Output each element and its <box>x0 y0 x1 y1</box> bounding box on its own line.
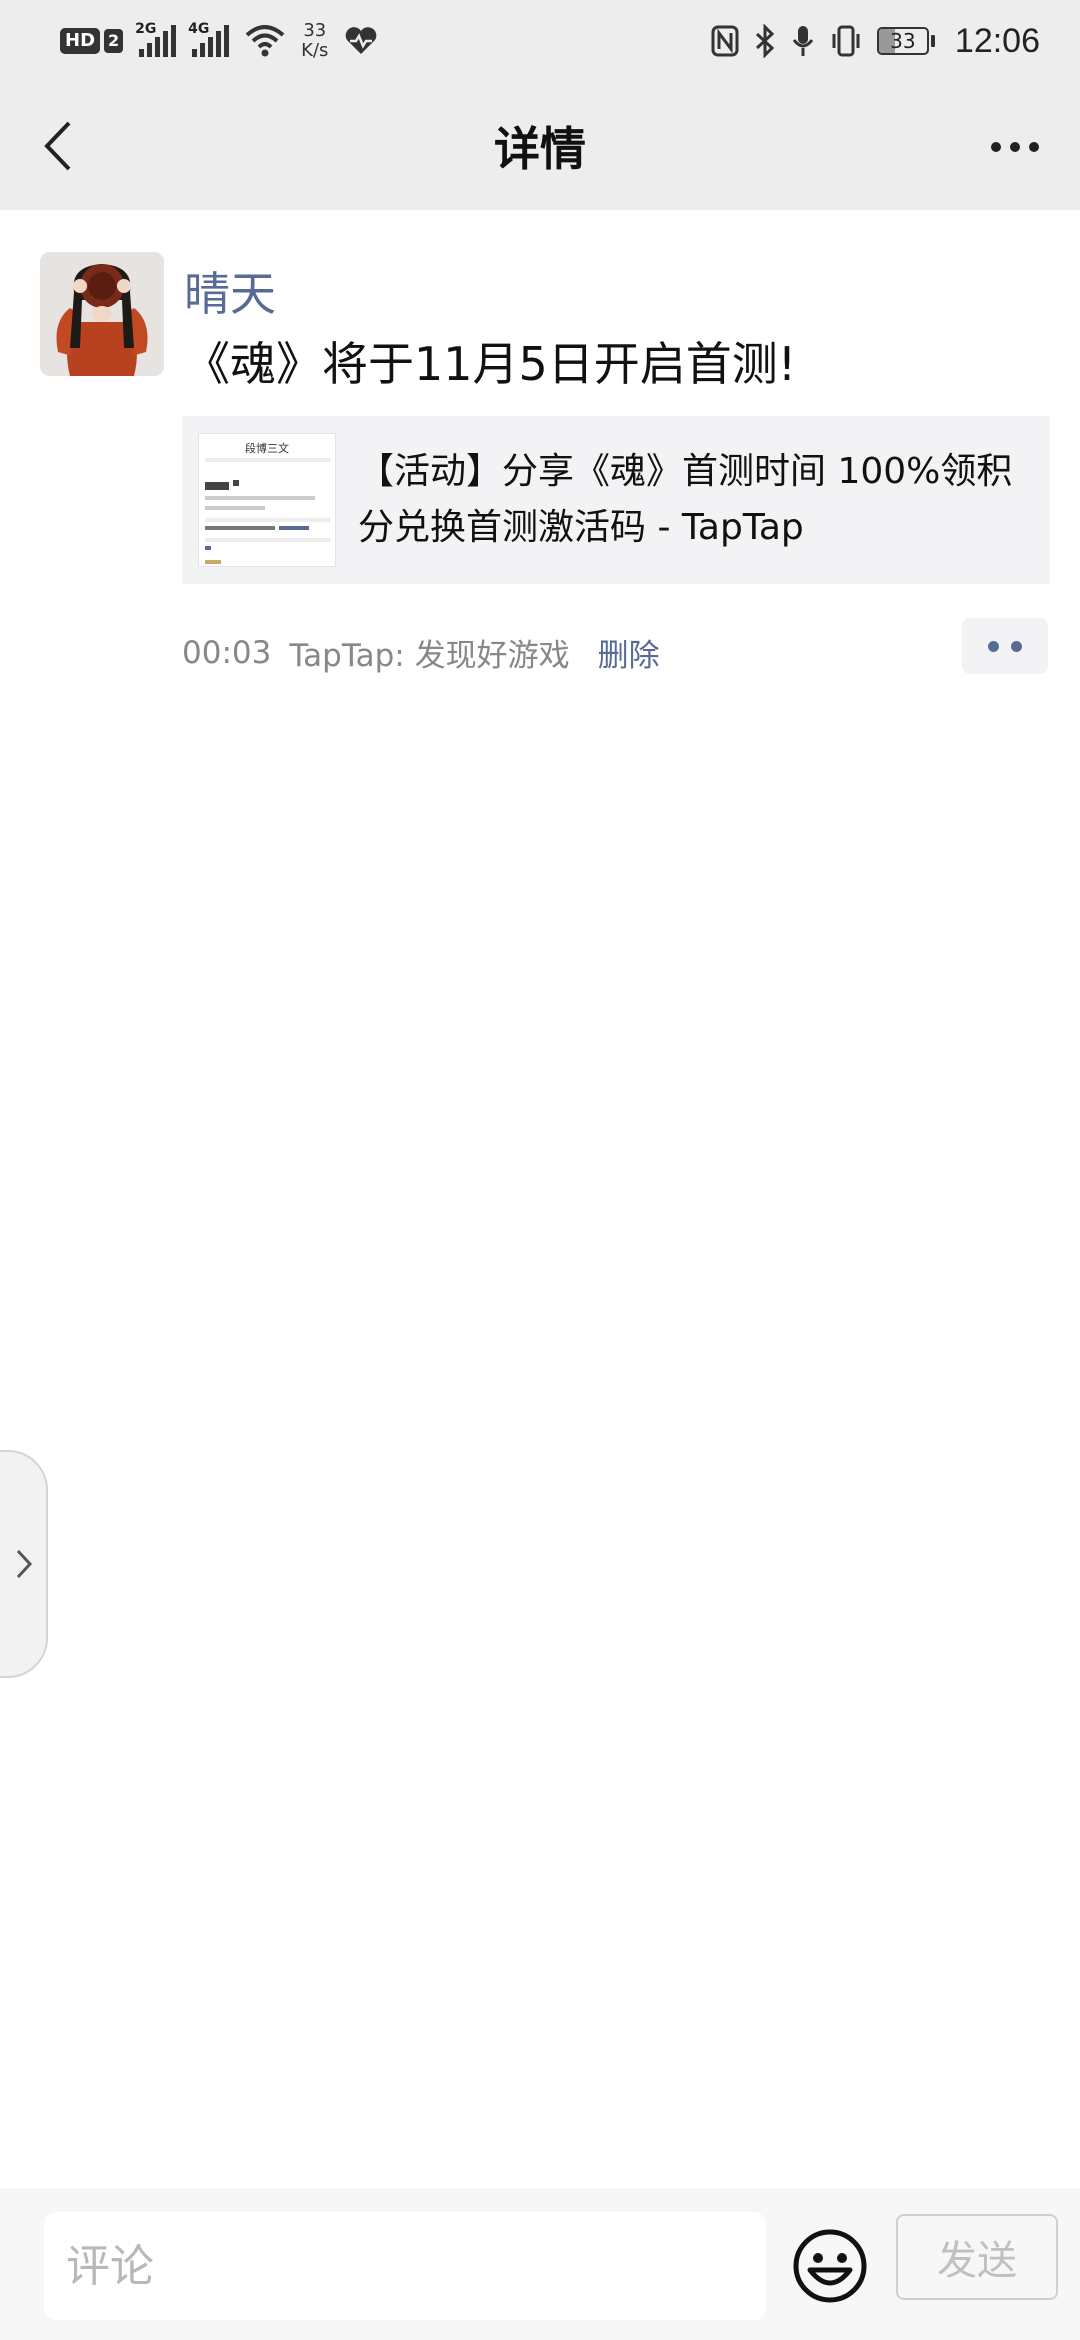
chevron-right-icon <box>16 1549 33 1579</box>
avatar[interactable] <box>40 252 164 376</box>
heart-pulse-icon <box>346 27 377 54</box>
post-source[interactable]: TapTap: 发现好游戏 <box>289 630 569 675</box>
link-card[interactable]: 段博三文 【活动】分享《魂》首测时间 100%领积分兑换首测激活码 - TapT… <box>182 416 1050 584</box>
avatar-image <box>40 252 164 376</box>
smiley-icon[interactable] <box>792 2228 868 2304</box>
battery-icon: 33 <box>876 27 935 55</box>
comment-bar: 发送 <box>0 2188 1080 2340</box>
signal-4g-icon: 4G <box>188 21 230 57</box>
bluetooth-icon <box>755 24 775 58</box>
link-card-title: 【活动】分享《魂》首测时间 100%领积分兑换首测激活码 - TapTap <box>358 451 1013 548</box>
post-time: 00:03 <box>182 634 272 671</box>
hd-sim-number: 2 <box>104 29 124 53</box>
page-title: 详情 <box>494 122 586 176</box>
network-speed: 33 K/s <box>301 21 328 61</box>
network-speed-value: 33 <box>303 20 327 41</box>
send-button[interactable]: 发送 <box>896 2214 1058 2300</box>
hd-label: HD <box>60 28 101 54</box>
vibrate-icon <box>832 25 860 57</box>
thumbnail-title: 段博三文 <box>245 442 289 455</box>
chevron-left-icon <box>44 121 71 171</box>
author-name[interactable]: 晴天 <box>184 258 276 324</box>
status-bar: HD 2 2G 4G 33 K/s 33 12:06 <box>0 0 1080 82</box>
more-button[interactable] <box>980 122 1050 172</box>
post-text: 《魂》将于11月5日开启首测! <box>184 337 797 391</box>
wifi-icon <box>245 25 285 57</box>
link-thumbnail: 段博三文 <box>198 433 336 567</box>
like-comment-button[interactable] <box>962 618 1048 674</box>
action-dots-icon <box>988 640 999 652</box>
network-speed-unit: K/s <box>301 40 329 61</box>
microphone-icon <box>792 26 814 56</box>
moments-detail-screen: HD 2 2G 4G 33 K/s 33 12:06 详情 晴天 《魂》将于11… <box>0 0 1080 2340</box>
nav-bar: 详情 <box>0 82 1080 210</box>
battery-level: 33 <box>890 29 916 53</box>
signal-2g-label: 2G <box>135 21 157 37</box>
side-floating-handle[interactable] <box>0 1450 48 1678</box>
back-button[interactable] <box>30 118 86 174</box>
comment-input[interactable] <box>44 2212 766 2320</box>
signal-2g-icon: 2G <box>135 21 177 57</box>
clock: 12:06 <box>954 21 1040 60</box>
hd-voice-indicator: HD 2 <box>60 28 124 54</box>
post-meta: 00:03 TapTap: 发现好游戏 删除 <box>182 630 660 675</box>
signal-4g-label: 4G <box>188 21 210 37</box>
more-dots-icon <box>991 142 1001 152</box>
nfc-icon <box>711 25 739 57</box>
delete-link[interactable]: 删除 <box>598 630 660 675</box>
